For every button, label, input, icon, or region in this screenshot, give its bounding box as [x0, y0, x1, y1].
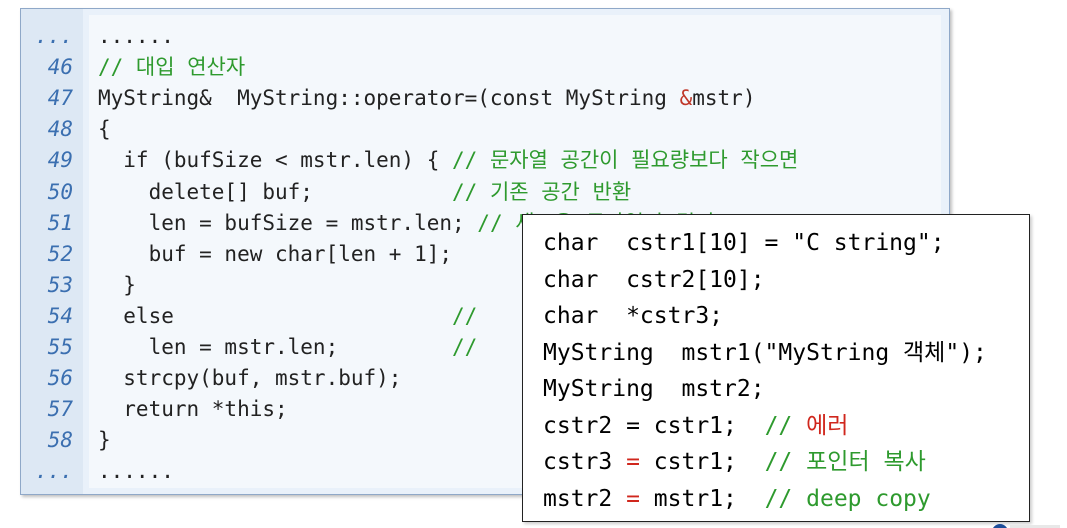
code-token: char cstr1[10] = "C string";: [543, 230, 945, 256]
code-text: {: [98, 114, 111, 145]
code-comment: // 문자열 공간이 필요량보다 작으면: [452, 148, 799, 173]
line-number: 50: [47, 179, 73, 204]
code-text: buf = new char[len + 1];: [98, 239, 452, 270]
code-text: strcpy(buf, mstr.buf);: [98, 363, 401, 394]
code-token: MyString mstr1("MyString 객체");: [543, 339, 987, 366]
highlight-token: =: [626, 449, 640, 475]
code-token: len = bufSize = mstr.len;: [98, 210, 478, 235]
code-token: char *cstr3;: [543, 303, 724, 329]
code-token: else: [98, 303, 453, 328]
code-text: // 대입 연산자: [98, 52, 245, 83]
line-number: ...: [35, 459, 73, 484]
code-token: cstr2 = cstr1;: [543, 412, 765, 439]
code-comment: //: [452, 335, 478, 359]
example-code-line: char cstr1[10] = "C string";: [543, 225, 945, 261]
code-token: mstr1;: [639, 485, 765, 512]
code-comment: // 대입 연산자: [98, 55, 246, 80]
code-text: else //: [98, 301, 477, 332]
code-token: }: [98, 272, 136, 297]
line-number: 49: [47, 148, 73, 173]
code-text: ......: [98, 21, 174, 52]
code-text: MyString& MyString::operator=(const MySt…: [98, 83, 755, 114]
example-code-line: char cstr2[10];: [543, 262, 765, 298]
line-number: 52: [47, 241, 73, 266]
code-token: mstr2: [543, 485, 627, 512]
code-token: return *this;: [98, 397, 288, 422]
line-number: 55: [47, 335, 73, 359]
code-token: delete[] buf;: [98, 179, 453, 204]
example-code-line: cstr3 = cstr1; // 포인터 복사: [543, 444, 926, 480]
code-comment: // 포인터 복사: [764, 449, 926, 475]
code-token: mstr): [692, 86, 756, 111]
code-token: strcpy(buf, mstr.buf);: [98, 366, 402, 391]
line-number: ...: [35, 24, 73, 48]
code-token: cstr1;: [639, 449, 765, 475]
line-number: 47: [47, 86, 73, 111]
code-token: ......: [98, 24, 174, 48]
highlight-token: 에러: [806, 412, 849, 439]
code-comment: //: [452, 303, 478, 328]
code-token: ......: [98, 459, 174, 484]
example-code-line: MyString mstr1("MyString 객체");: [543, 335, 987, 371]
line-number: 53: [47, 272, 73, 297]
code-token: &: [679, 86, 693, 111]
line-number: 58: [47, 428, 73, 453]
code-token: char cstr2[10];: [543, 266, 765, 293]
code-text: }: [98, 270, 136, 301]
line-number: 54: [47, 303, 73, 328]
code-text: delete[] buf; // 기존 공간 반환: [98, 177, 632, 208]
code-token: MyString mstr2;: [543, 376, 765, 402]
example-code-line: cstr2 = cstr1; // 에러: [543, 408, 848, 444]
line-number: 56: [47, 366, 73, 391]
line-number: 57: [47, 397, 73, 422]
example-code-line: mstr2 = mstr1; // deep copy: [543, 481, 931, 517]
code-text: return *this;: [98, 394, 288, 425]
code-comment: // 기존 공간 반환: [452, 179, 632, 204]
code-text: }: [98, 425, 111, 456]
code-text: len = mstr.len; //: [98, 332, 478, 363]
example-code-box: char cstr1[10] = "C string"; char cstr2[1…: [522, 214, 1030, 522]
university-logo-icon: [993, 524, 1060, 528]
line-number: 48: [47, 117, 73, 142]
example-code-line: MyString mstr2;: [543, 371, 765, 407]
highlight-token: =: [626, 485, 640, 512]
code-text: if (bufSize < mstr.len) { // 문자열 공간이 필요량…: [98, 145, 798, 176]
line-number: 51: [47, 210, 73, 235]
code-token: if (bufSize < mstr.len) {: [98, 148, 453, 173]
code-token: buf = new char[len + 1];: [98, 241, 453, 266]
example-code-line: char *cstr3;: [543, 298, 723, 334]
code-token: }: [98, 428, 111, 453]
code-text: ......: [98, 456, 174, 487]
code-token: len = mstr.len;: [98, 335, 453, 359]
code-token: MyString& MyString::operator=(const MySt…: [98, 86, 680, 111]
code-comment: // deep copy: [764, 485, 931, 512]
code-token: cstr3: [543, 449, 627, 475]
code-token: {: [98, 117, 111, 142]
logo: [992, 517, 1062, 528]
code-comment: //: [764, 412, 807, 439]
line-number: 46: [47, 55, 73, 80]
